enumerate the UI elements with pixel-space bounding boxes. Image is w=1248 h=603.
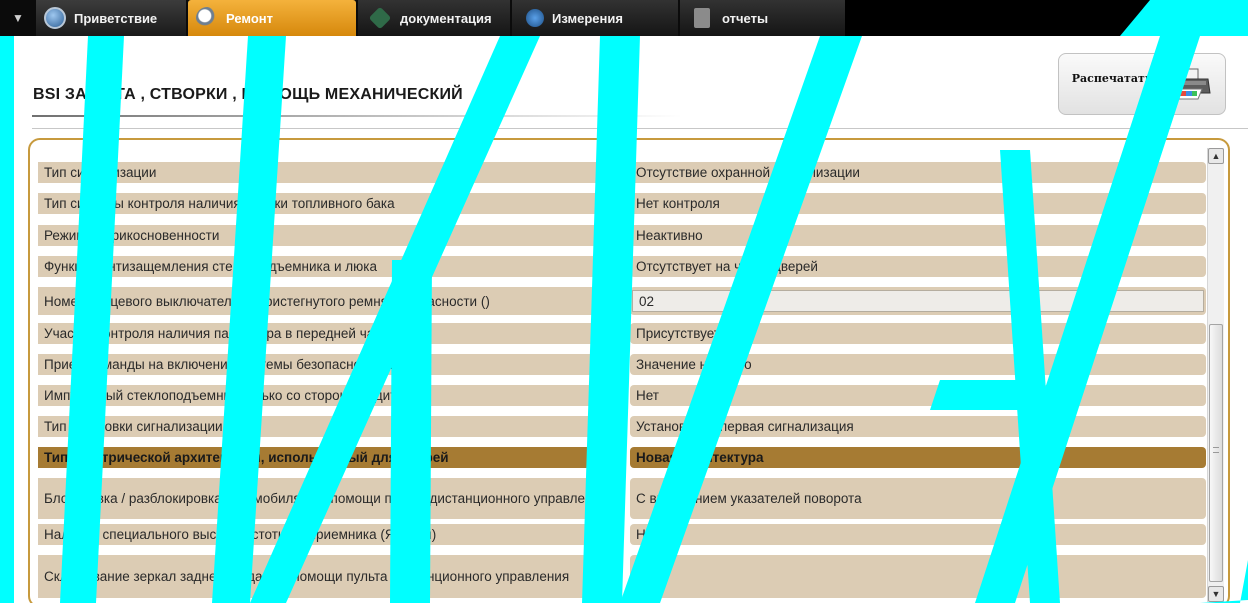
table-row[interactable]: Номер концевого выключателя непристегнут… — [38, 287, 1208, 315]
row-value: Установлена первая сигнализация — [630, 416, 1206, 437]
tab-reports[interactable]: отчеты — [680, 0, 845, 36]
scroll-down-button[interactable]: ▼ — [1208, 586, 1224, 602]
tab-bar-filler — [845, 0, 1248, 36]
row-label: Участок контроля наличия пассажира в пер… — [38, 323, 622, 344]
row-label: Импульсный стеклоподъемник только со сто… — [38, 385, 622, 406]
table-row[interactable]: Тип установки сигнализации Установлена пе… — [38, 416, 1208, 437]
table-row[interactable]: Режим неприкосновенности Неактивно — [38, 225, 1208, 246]
chevron-down-icon: ▼ — [1211, 589, 1221, 599]
row-value: Новая архитектура — [630, 447, 1206, 468]
row-value: 02 — [630, 287, 1206, 315]
tab-repair-label: Ремонт — [226, 10, 274, 26]
row-value: Отсутствует на части дверей — [630, 256, 1206, 277]
tab-welcome-label: Приветствие — [74, 10, 158, 26]
table-row[interactable]: Тип сигнализации Отсутствие охранной сигн… — [38, 162, 1208, 183]
tab-documentation-label: документация — [400, 10, 492, 26]
grip-icon — [1213, 447, 1219, 453]
scrollbar-thumb[interactable] — [1209, 324, 1223, 582]
parameters-panel: Тип сигнализации Отсутствие охранной сигн… — [28, 138, 1230, 603]
row-value: Нет — [630, 524, 1206, 545]
table-row[interactable]: Складывание зеркал заднего вида при помо… — [38, 555, 1208, 598]
tab-reports-label: отчеты — [722, 10, 769, 26]
row-label: Тип сигнализации — [38, 162, 622, 183]
row-label: Номер концевого выключателя непристегнут… — [38, 287, 622, 315]
row-label: Функция антизащемления стеклоподъемника … — [38, 256, 622, 277]
table-row[interactable]: Участок контроля наличия пассажира в пер… — [38, 323, 1208, 344]
row-value: Значение неверно — [630, 354, 1206, 375]
print-button-label: Распечатать — [1071, 71, 1153, 85]
tab-welcome[interactable]: Приветствие — [36, 0, 186, 36]
tab-measurements-label: Измерения — [552, 10, 623, 26]
row-label: Блокировка / разблокировка автомобиля пр… — [38, 478, 622, 519]
table-row[interactable]: Прием команды на включение системы безоп… — [38, 354, 1208, 375]
row-value: Неактивно — [630, 225, 1206, 246]
page-title: BSI ЗАЩИТА , СТВОРКИ , ПОМОЩЬ МЕХАНИЧЕСК… — [33, 86, 463, 103]
header-divider — [32, 128, 1248, 129]
row-label: Наличие специального высокочастотного пр… — [38, 524, 622, 545]
tab-menu-toggle[interactable]: ▼ — [0, 0, 36, 36]
vertical-scrollbar[interactable]: ▲ ▼ — [1207, 148, 1224, 602]
row-value: Нет — [630, 555, 1206, 598]
row-label: Складывание зеркал заднего вида при помо… — [38, 555, 622, 598]
row-value: Нет — [630, 385, 1206, 406]
row-label: Тип установки сигнализации — [38, 416, 622, 437]
row-value: Отсутствие охранной сигнализации — [630, 162, 1206, 183]
tab-measurements[interactable]: Измерения — [512, 0, 678, 36]
value-input-field[interactable]: 02 — [632, 290, 1204, 312]
table-row[interactable]: Блокировка / разблокировка автомобиля пр… — [38, 478, 1208, 519]
printer-icon — [1165, 68, 1211, 100]
row-label: Режим неприкосновенности — [38, 225, 622, 246]
magnifier-icon — [196, 7, 218, 29]
table-row[interactable]: Тип электрической архитектуры, используе… — [38, 447, 1208, 468]
row-label: Прием команды на включение системы безоп… — [38, 354, 622, 375]
print-button[interactable]: Распечатать — [1058, 53, 1226, 115]
waveform-icon — [526, 9, 544, 27]
row-label: Тип системы контроля наличия пробки топл… — [38, 193, 622, 214]
table-row[interactable]: Наличие специального высокочастотного пр… — [38, 524, 1208, 545]
table-row[interactable]: Тип системы контроля наличия пробки топл… — [38, 193, 1208, 214]
title-underline — [32, 115, 682, 117]
row-value: Присутствует — [630, 323, 1206, 344]
table-row[interactable]: Импульсный стеклоподъемник только со сто… — [38, 385, 1208, 406]
chevron-up-icon: ▲ — [1211, 151, 1221, 161]
document-icon — [694, 8, 710, 28]
row-value: Нет контроля — [630, 193, 1206, 214]
scroll-up-button[interactable]: ▲ — [1208, 148, 1224, 164]
chevron-down-icon: ▼ — [12, 11, 24, 25]
book-icon — [368, 6, 392, 30]
row-label: Тип электрической архитектуры, используе… — [38, 447, 622, 468]
tab-repair[interactable]: Ремонт — [188, 0, 356, 36]
tab-documentation[interactable]: документация — [358, 0, 510, 36]
row-value: С включением указателей поворота — [630, 478, 1206, 519]
table-row[interactable]: Функция антизащемления стеклоподъемника … — [38, 256, 1208, 277]
globe-icon — [44, 7, 66, 29]
